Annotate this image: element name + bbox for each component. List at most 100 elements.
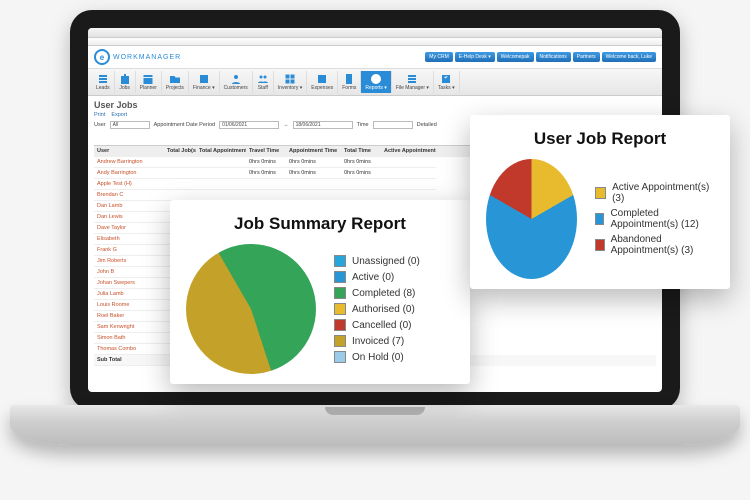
legend-item: Abandoned Appointment(s) (3) (595, 234, 714, 256)
user-link[interactable]: Sam Kenwright (94, 322, 164, 333)
table-cell (381, 179, 436, 190)
user-link[interactable]: Andy Barrington (94, 168, 164, 179)
toolbar-tasks[interactable]: Tasks ▾ (434, 71, 460, 93)
table-cell (381, 157, 436, 168)
toolbar-expenses-label: Expenses (311, 85, 333, 91)
pie-user-job (486, 159, 577, 279)
toolbar-reports[interactable]: Reports ▾ (361, 71, 391, 93)
header-btn-mycrm[interactable]: My CRM (425, 52, 452, 62)
legend-user-job: Active Appointment(s) (3) Completed Appoi… (595, 178, 714, 260)
user-link[interactable]: Brendan C (94, 190, 164, 201)
table-cell (341, 179, 381, 190)
legend-label: Cancelled (0) (352, 320, 411, 331)
user-link[interactable]: Julia Lamb (94, 289, 164, 300)
filter-period-label: Appointment Date Period (154, 122, 215, 128)
toolbar-inventory[interactable]: Inventory ▾ (274, 71, 307, 93)
filter-date-from[interactable]: 01/06/2021 (219, 121, 279, 129)
action-print[interactable]: Print (94, 112, 105, 118)
filter-detailed-label: Detailed (417, 122, 437, 128)
legend-job-summary: Unassigned (0) Active (0) Completed (8) Aut… (334, 251, 420, 367)
logo-text: WORKMANAGER (113, 54, 181, 61)
filter-time-input[interactable] (373, 121, 413, 129)
table-cell: 0hrs 0mins (286, 157, 341, 168)
toolbar-customers[interactable]: Customers (220, 71, 253, 93)
legend-swatch (595, 239, 605, 251)
legend-swatch (334, 303, 346, 315)
user-link[interactable]: Andrew Barrington (94, 157, 164, 168)
user-link[interactable]: Dan Lamb (94, 201, 164, 212)
card-user-job: User Job Report Active Appointment(s) (3… (470, 115, 730, 289)
table-cell (164, 168, 196, 179)
toolbar-expenses[interactable]: Expenses (307, 71, 338, 93)
legend-item: Authorised (0) (334, 303, 420, 315)
table-cell (164, 157, 196, 168)
table-header: Total Appointments(s) (196, 146, 246, 157)
main-toolbar: Leads Jobs Planner Projects Finance ▾ Cu… (88, 69, 662, 96)
toolbar-finance[interactable]: Finance ▾ (189, 71, 220, 93)
legend-label: Active Appointment(s) (3) (612, 182, 714, 204)
table-header: Active Appointment (381, 146, 436, 157)
toolbar-finance-label: Finance ▾ (193, 85, 215, 91)
table-header: Total Job(s) (164, 146, 196, 157)
legend-label: Active (0) (352, 272, 394, 283)
user-link[interactable]: Apple Test (H) (94, 179, 164, 190)
card-user-job-title: User Job Report (486, 129, 714, 149)
legend-item: Completed Appointment(s) (12) (595, 208, 714, 230)
legend-label: Authorised (0) (352, 304, 415, 315)
legend-item: Invoiced (7) (334, 335, 420, 347)
user-link[interactable]: Dave Taylor (94, 223, 164, 234)
toolbar-filemanager[interactable]: File Manager ▾ (392, 71, 434, 93)
legend-item: Completed (8) (334, 287, 420, 299)
user-link[interactable]: Simon Bath (94, 333, 164, 344)
table-total-label: Sub Total (94, 355, 164, 366)
app-header: e WORKMANAGER My CRM E-Help Desk ▾ Welco… (88, 46, 662, 69)
user-link[interactable]: Louis Roome (94, 300, 164, 311)
toolbar-filemanager-label: File Manager ▾ (396, 85, 429, 91)
table-header: Appointment Time (286, 146, 341, 157)
table-cell (381, 168, 436, 179)
filter-user-select[interactable]: All (110, 121, 150, 129)
user-link[interactable]: Dan Lewis (94, 212, 164, 223)
header-btn-partners[interactable]: Partners (573, 52, 600, 62)
header-btn-notifications[interactable]: Notifications (536, 52, 571, 62)
toolbar-planner[interactable]: Planner (136, 71, 162, 93)
filter-user-label: User (94, 122, 106, 128)
table-cell (196, 168, 246, 179)
filter-date-sep: → (283, 122, 289, 128)
header-btn-welcome-user[interactable]: Welcome back, Luke (602, 52, 656, 62)
toolbar-jobs[interactable]: Jobs (115, 71, 136, 93)
user-link[interactable]: Elisabeth (94, 234, 164, 245)
legend-label: Completed Appointment(s) (12) (610, 208, 714, 230)
pie-job-summary (186, 244, 316, 374)
user-link[interactable]: Frank G (94, 245, 164, 256)
table-cell (286, 179, 341, 190)
user-link[interactable]: Johan Swepers (94, 278, 164, 289)
legend-item: Active Appointment(s) (3) (595, 182, 714, 204)
toolbar-projects[interactable]: Projects (162, 71, 189, 93)
header-btn-helpdesk[interactable]: E-Help Desk ▾ (455, 52, 495, 62)
toolbar-leads[interactable]: Leads (92, 71, 115, 93)
user-link[interactable]: John B (94, 267, 164, 278)
user-link[interactable]: Roel Baker (94, 311, 164, 322)
legend-label: Invoiced (7) (352, 336, 404, 347)
user-link[interactable]: Thomas Combo (94, 344, 164, 355)
legend-item: Unassigned (0) (334, 255, 420, 267)
browser-tabbar (88, 28, 662, 38)
toolbar-reports-label: Reports ▾ (365, 85, 386, 91)
toolbar-jobs-label: Jobs (119, 85, 130, 91)
toolbar-forms[interactable]: Forms (338, 71, 361, 93)
legend-label: Completed (8) (352, 288, 415, 299)
table-header: Travel Time (246, 146, 286, 157)
user-link[interactable]: Jim Roberts (94, 256, 164, 267)
table-cell: 0hrs 0mins (286, 168, 341, 179)
toolbar-staff[interactable]: Staff (253, 71, 274, 93)
toolbar-leads-label: Leads (96, 85, 110, 91)
filter-date-to[interactable]: 18/06/2021 (293, 121, 353, 129)
laptop-base (10, 405, 740, 445)
legend-item: On Hold (0) (334, 351, 420, 363)
header-btn-welcomepak[interactable]: Welcomepak (497, 52, 534, 62)
table-cell: 0hrs 0mins (341, 168, 381, 179)
table-header: User (94, 146, 164, 157)
action-export[interactable]: Export (111, 112, 127, 118)
toolbar-inventory-label: Inventory ▾ (278, 85, 302, 91)
